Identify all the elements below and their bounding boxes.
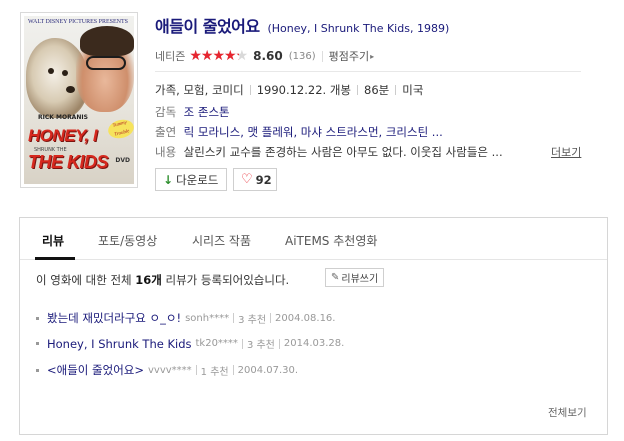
review-title[interactable]: 봤는데 재밌더라구요 ㅇ_ㅇ!: [47, 310, 181, 326]
cast-links[interactable]: 릭 모라니스, 맷 플레워, 마샤 스트라스먼, 크리스틴 ...: [184, 125, 443, 139]
review-panel: 리뷰 포토/동영상 시리즈 작품 AiTEMS 추천영화 이 영화에 대한 전체…: [19, 217, 608, 435]
bullet-icon: [36, 368, 39, 372]
tab-aitems[interactable]: AiTEMS 추천영화: [285, 232, 377, 249]
heart-icon: ♡: [241, 172, 253, 187]
poster-dog-nose: [66, 86, 75, 93]
movie-poster[interactable]: WALT DISNEY PICTURES PRESENTS RICK MORAN…: [20, 12, 138, 188]
meta-divider: [241, 338, 243, 349]
plot-label: 내용: [155, 145, 177, 159]
star-rating-icon: ★★★★★★★★★★: [189, 48, 248, 64]
rating-row: 네티즌 ★★★★★★★★★★ 8.60 (136) 평점주기 ▸: [155, 48, 374, 64]
rating-count: (136): [288, 50, 316, 62]
active-tab-indicator: [35, 257, 75, 260]
list-item: <애들이 줄었어요> vvvv**** 1 추천 2004.07.30.: [36, 362, 298, 378]
review-votes: 3 추천: [246, 340, 275, 351]
movie-director-line: 감독 조 존스톤: [155, 104, 230, 120]
summary-prefix: 이 영화에 대한 전체: [36, 273, 132, 287]
rate-link[interactable]: 평점주기: [329, 48, 369, 64]
tab-series[interactable]: 시리즈 작품: [192, 232, 251, 249]
download-icon: ↓: [163, 172, 174, 187]
rating-label: 네티즌: [155, 50, 186, 63]
tab-photo-video[interactable]: 포토/동영상: [98, 232, 157, 249]
summary-suffix: 리뷰가 등록되어있습니다.: [165, 273, 290, 287]
meta-divider: [278, 338, 280, 349]
pencil-icon: ✎: [331, 272, 340, 283]
movie-release: 1990.12.22. 개봉: [256, 83, 352, 97]
bullet-icon: [36, 316, 39, 320]
poster-actor-name: RICK MORANIS: [38, 114, 88, 121]
rating-divider: [321, 50, 323, 62]
review-summary: 이 영화에 대한 전체 16개 리뷰가 등록되어있습니다.: [36, 272, 289, 288]
poster-man-hair: [80, 26, 134, 56]
like-count: 92: [255, 172, 272, 187]
movie-genre-line: 가족, 모험, 코미디 1990.12.22. 개봉 86분 미국: [155, 82, 423, 98]
poster-title-line1: HONEY, I: [28, 126, 98, 145]
meta-divider: [233, 313, 235, 323]
rating-score: 8.60: [253, 49, 283, 63]
movie-runtime: 86분: [364, 83, 390, 97]
info-divider: [357, 85, 359, 95]
review-votes: 3 추천: [238, 314, 267, 326]
poster-title-line2: THE KIDS: [28, 152, 109, 172]
review-date: 2014.03.28.: [283, 338, 345, 349]
bullet-icon: [36, 342, 39, 345]
like-button[interactable]: ♡ 92: [233, 168, 277, 191]
movie-title[interactable]: 애들이 줄었어요: [155, 17, 260, 36]
director-label: 감독: [155, 105, 177, 119]
review-user: vvvv****: [148, 364, 192, 376]
movie-cast-line: 출연 릭 모라니스, 맷 플레워, 마샤 스트라스먼, 크리스틴 ...: [155, 124, 443, 140]
chevron-right-icon: ▸: [370, 51, 375, 61]
tab-review[interactable]: 리뷰: [42, 232, 64, 249]
download-button[interactable]: ↓ 다운로드: [155, 168, 227, 191]
review-user: sonh****: [185, 312, 230, 324]
poster-disc-logo: DVD: [115, 157, 130, 164]
list-item: 봤는데 재밌더라구요 ㅇ_ㅇ! sonh**** 3 추천 2004.08.16…: [36, 310, 335, 326]
review-date: 2004.07.30.: [237, 364, 299, 376]
info-divider: [155, 71, 581, 72]
info-divider: [249, 85, 251, 95]
download-label: 다운로드: [176, 172, 219, 187]
poster-badge: Tummy Trouble: [106, 117, 134, 141]
write-review-button[interactable]: ✎ 리뷰쓰기: [325, 268, 385, 287]
meta-divider: [195, 365, 197, 375]
info-divider: [395, 85, 397, 95]
view-all-link[interactable]: 전체보기: [548, 405, 587, 420]
more-link[interactable]: 더보기: [551, 144, 581, 160]
review-user: tk20****: [195, 338, 238, 349]
poster-dog-eye: [62, 70, 68, 76]
poster-image: WALT DISNEY PICTURES PRESENTS RICK MORAN…: [24, 16, 134, 184]
movie-country: 미국: [402, 83, 424, 97]
action-buttons: ↓ 다운로드 ♡ 92: [155, 168, 277, 191]
review-title[interactable]: Honey, I Shrunk The Kids: [47, 337, 192, 351]
cast-label: 출연: [155, 125, 177, 139]
review-count: 16개: [135, 273, 162, 287]
plot-text: 살린스키 교수를 존경하는 사람은 아무도 없다. 이웃집 사람들은 ...: [183, 145, 503, 159]
poster-studio-text: WALT DISNEY PICTURES PRESENTS: [28, 19, 128, 25]
movie-genre: 가족, 모험, 코미디: [155, 83, 244, 97]
review-date: 2004.08.16.: [275, 312, 336, 324]
movie-title-row: 애들이 줄었어요 (Honey, I Shrunk The Kids, 1989…: [155, 13, 449, 37]
list-item: Honey, I Shrunk The Kids tk20**** 3 추천 2…: [36, 336, 344, 351]
poster-dog-eye: [48, 68, 54, 74]
star-rating-fill: ★★★★★: [189, 49, 239, 63]
write-review-label: 리뷰쓰기: [341, 274, 379, 285]
meta-divider: [232, 365, 234, 375]
review-votes: 1 추천: [200, 366, 229, 378]
meta-divider: [270, 313, 272, 323]
movie-original-title: (Honey, I Shrunk The Kids, 1989): [267, 22, 450, 35]
poster-man-glasses: [86, 56, 126, 70]
director-link[interactable]: 조 존스톤: [184, 105, 230, 119]
movie-plot-line: 내용 살린스키 교수를 존경하는 사람은 아무도 없다. 이웃집 사람들은 ..…: [155, 144, 503, 160]
review-tabs: 리뷰 포토/동영상 시리즈 작품 AiTEMS 추천영화: [20, 218, 607, 260]
review-title[interactable]: <애들이 줄었어요>: [47, 362, 144, 378]
